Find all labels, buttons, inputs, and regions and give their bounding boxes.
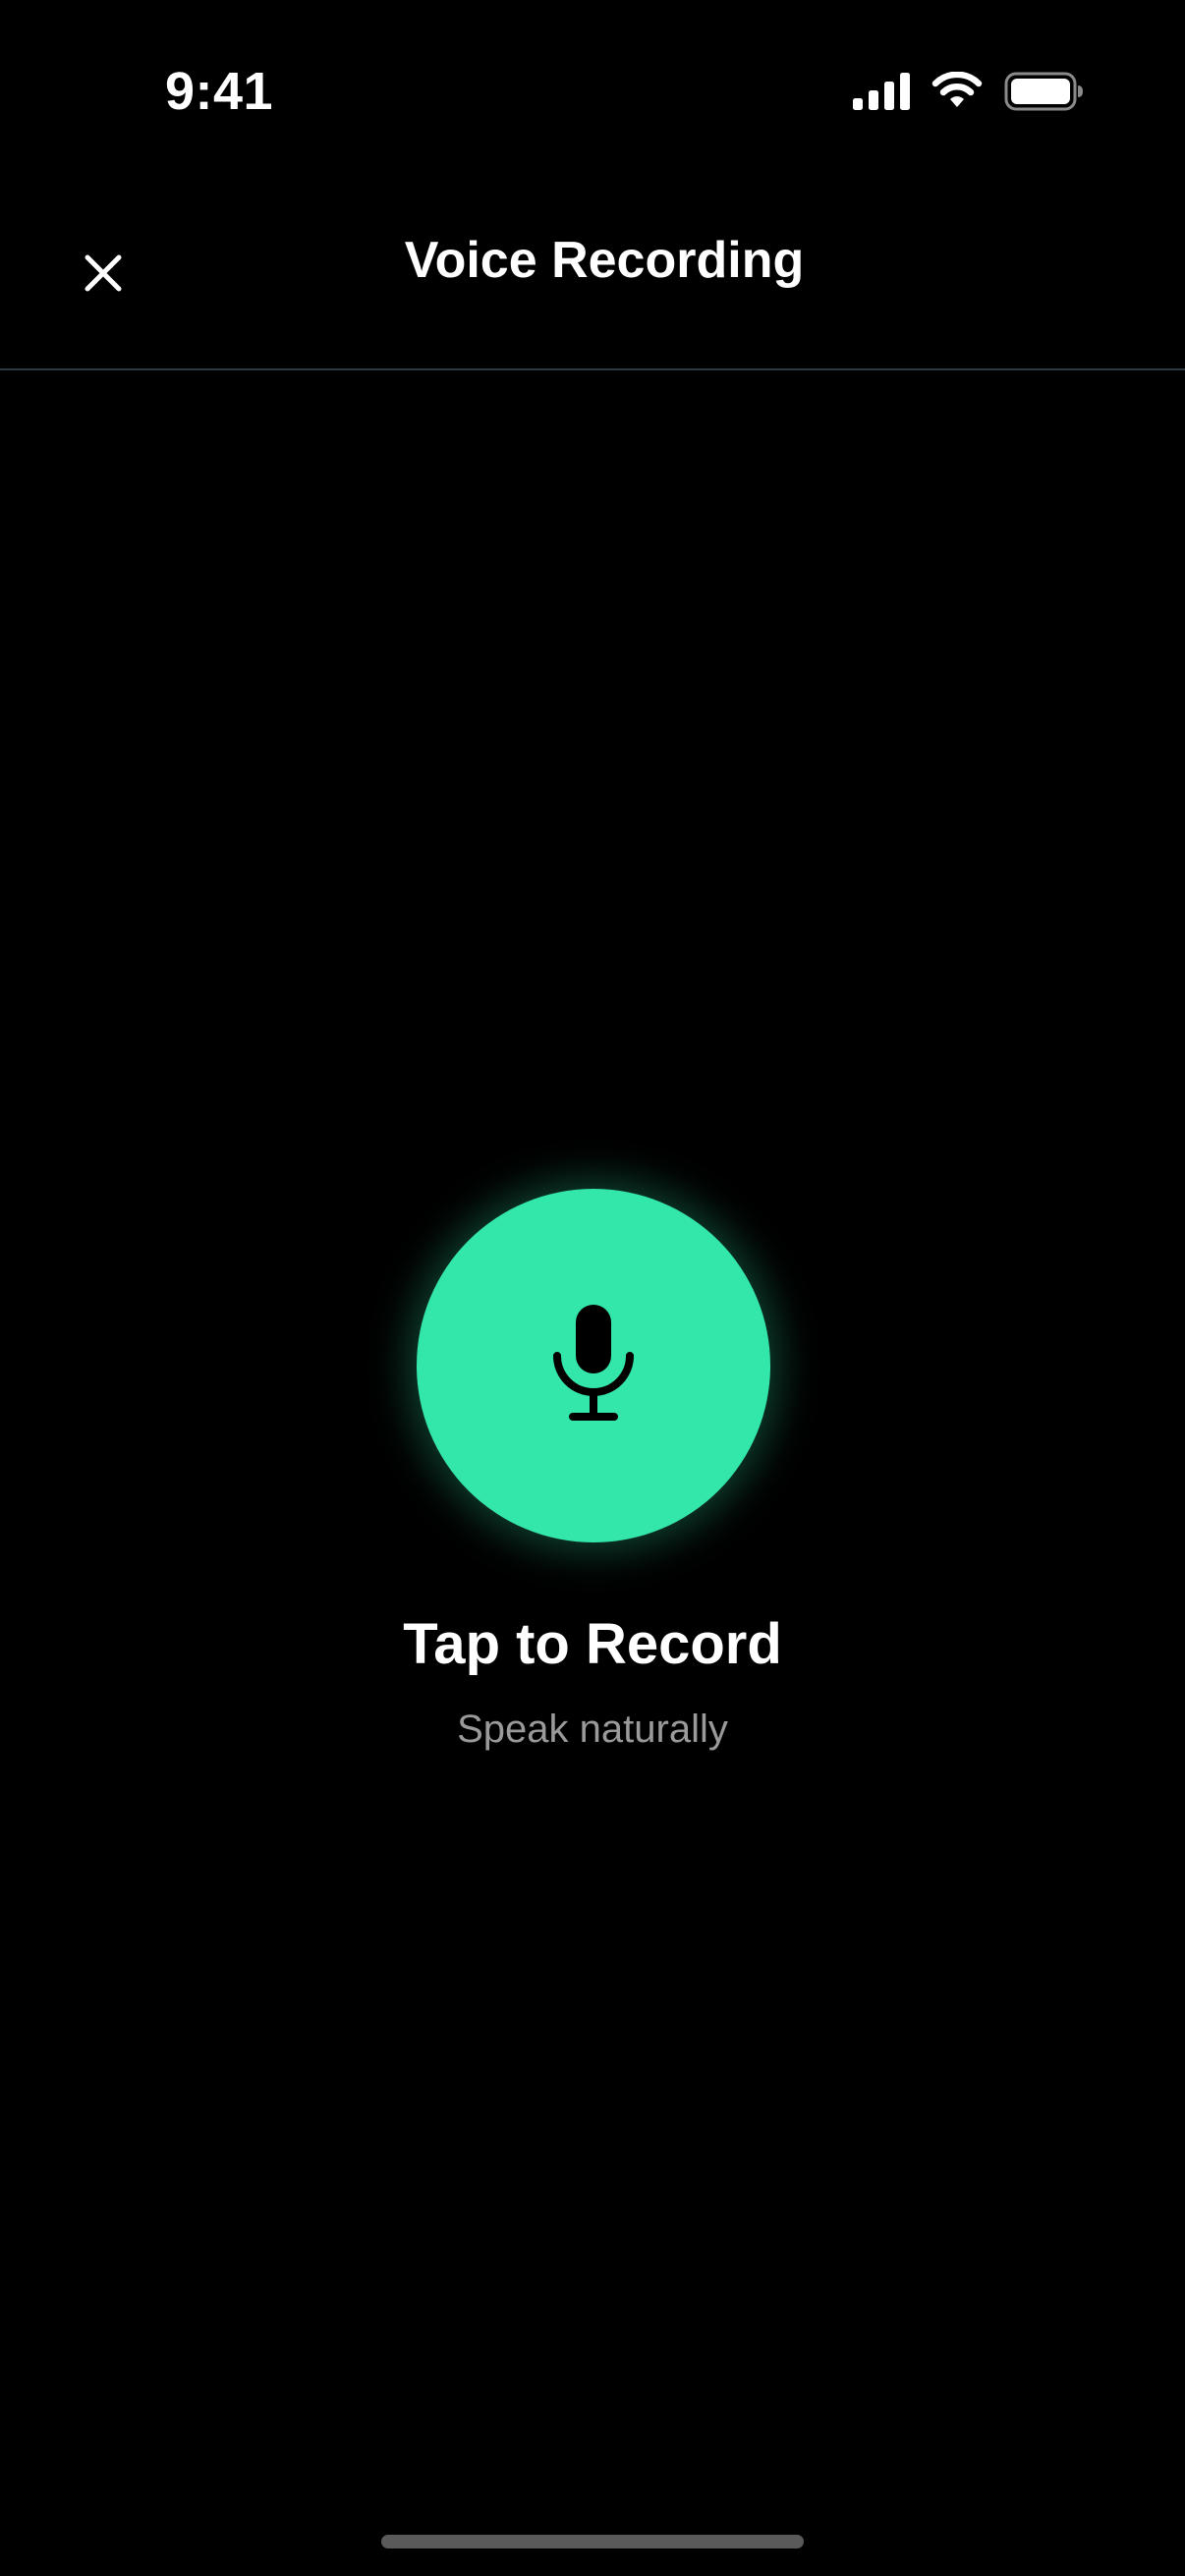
status-icons xyxy=(853,69,1083,118)
header: Voice Recording xyxy=(0,192,1185,370)
record-button[interactable] xyxy=(417,1189,770,1542)
home-indicator[interactable] xyxy=(381,2535,804,2548)
record-title: Tap to Record xyxy=(403,1612,782,1676)
status-bar: 9:41 xyxy=(0,0,1185,192)
record-subtitle: Speak naturally xyxy=(457,1708,728,1751)
page-title: Voice Recording xyxy=(404,232,805,289)
status-time: 9:41 xyxy=(165,62,274,121)
wifi-icon xyxy=(931,71,983,116)
cellular-signal-icon xyxy=(853,72,910,115)
battery-icon xyxy=(1004,72,1083,116)
microphone-icon xyxy=(549,1304,638,1428)
